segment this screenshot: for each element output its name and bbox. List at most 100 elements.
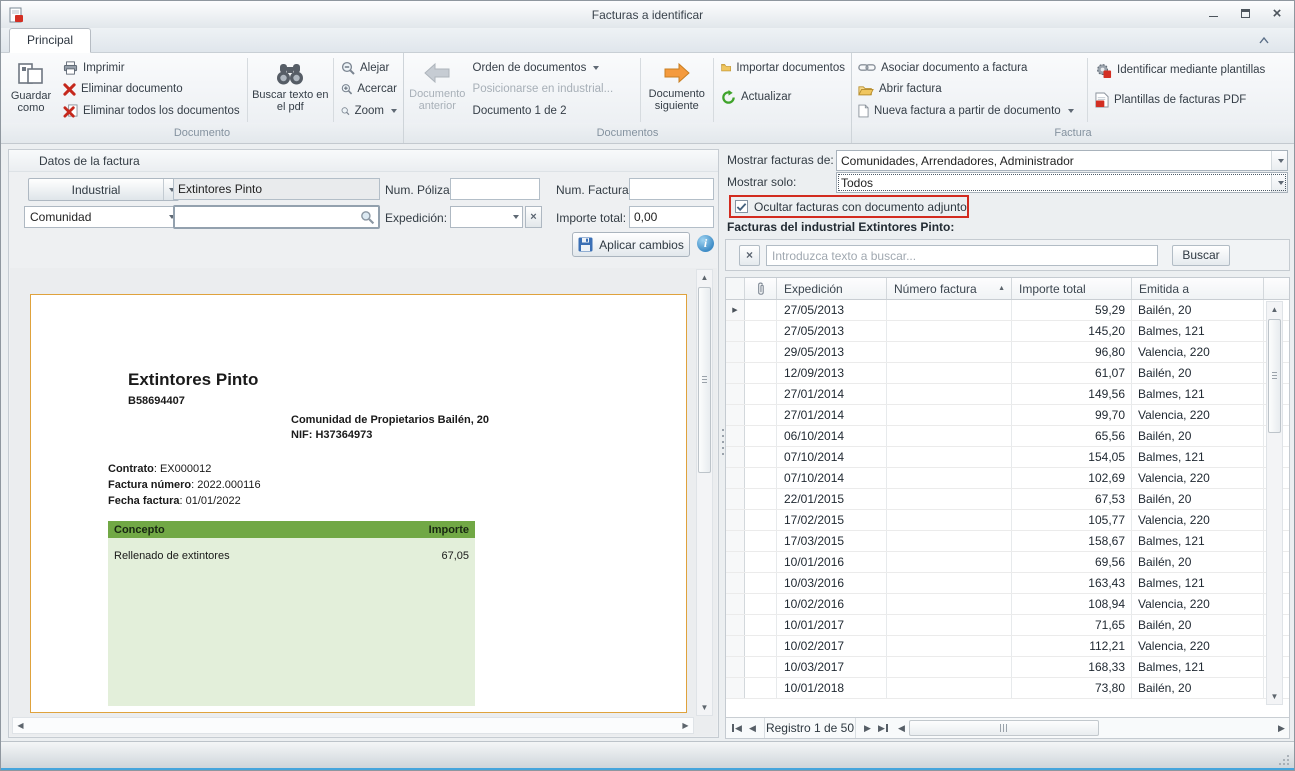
close-button[interactable]: × <box>1268 6 1286 21</box>
previous-record-button[interactable]: ◀ <box>749 718 756 738</box>
zoom-dropdown-button[interactable]: Zoom <box>337 100 401 122</box>
document-horizontal-scrollbar[interactable]: ◀ ▶ <box>12 717 694 734</box>
pdf-invoice-templates-button[interactable]: Plantillas de facturas PDF <box>1091 87 1287 113</box>
identify-by-templates-button[interactable]: Identificar mediante plantillas <box>1091 57 1287 83</box>
attachment-column-header[interactable] <box>745 278 777 299</box>
scroll-right-arrow[interactable]: ▶ <box>678 718 693 733</box>
apply-changes-button[interactable]: Aplicar cambios <box>572 232 690 257</box>
comunidad-lookup-field[interactable] <box>173 205 380 229</box>
minimize-button[interactable] <box>1204 6 1222 21</box>
maximize-button[interactable] <box>1236 6 1254 21</box>
zoom-in-button[interactable]: Acercar <box>337 79 401 101</box>
show-only-combo[interactable]: Todos <box>836 172 1288 193</box>
table-row[interactable]: 10/02/2017 112,21 Valencia, 220 <box>726 636 1289 657</box>
numero-factura-cell <box>887 468 1012 488</box>
scrollbar-thumb[interactable] <box>698 287 711 473</box>
column-header-numero-factura[interactable]: Número factura ▲ <box>887 278 1012 299</box>
find-text-button[interactable]: Buscar texto en el pdf <box>250 56 330 122</box>
importe-total-field[interactable] <box>629 206 714 228</box>
num-factura-field[interactable] <box>629 178 714 200</box>
table-row[interactable]: 17/03/2015 158,67 Balmes, 121 <box>726 531 1289 552</box>
row-indicator <box>726 468 745 488</box>
table-row[interactable]: 12/09/2013 61,07 Bailén, 20 <box>726 363 1289 384</box>
table-row[interactable]: 07/10/2014 154,05 Balmes, 121 <box>726 447 1289 468</box>
last-record-button[interactable]: ▶ <box>878 718 888 738</box>
importe-total-cell: 73,80 <box>1012 678 1132 698</box>
previous-document-button[interactable]: Documento anterior <box>406 56 469 122</box>
expedicion-cell: 10/03/2017 <box>777 657 887 677</box>
expedicion-label: Expedición: <box>385 206 447 230</box>
tab-principal[interactable]: Principal <box>9 28 91 53</box>
table-row[interactable]: 10/01/2018 73,80 Bailén, 20 <box>726 678 1289 699</box>
scroll-left-arrow[interactable]: ◀ <box>13 718 28 733</box>
invoices-grid: Expedición Número factura ▲ Importe tota… <box>725 277 1290 739</box>
info-icon[interactable]: i <box>697 235 714 252</box>
expedicion-combo[interactable] <box>450 206 523 228</box>
hide-attached-checkbox[interactable] <box>735 200 748 213</box>
next-document-button[interactable]: Documento siguiente <box>644 56 710 122</box>
column-header-expedicion[interactable]: Expedición <box>777 278 887 299</box>
save-as-button[interactable]: Guardar como <box>3 56 59 122</box>
grid-vertical-scrollbar[interactable]: ▲ ▼ <box>1266 301 1283 705</box>
show-invoices-of-combo[interactable]: Comunidades, Arrendadores, Administrador <box>836 150 1288 171</box>
position-in-industrial-button[interactable]: Posicionarse en industrial... <box>469 79 637 101</box>
chevron-down-icon <box>1068 109 1074 113</box>
table-row[interactable]: ▶ 27/05/2013 59,29 Bailén, 20 <box>726 300 1289 321</box>
industrial-name-field[interactable]: Extintores Pinto <box>173 178 380 200</box>
table-row[interactable]: 07/10/2014 102,69 Valencia, 220 <box>726 468 1289 489</box>
industrial-selector-button[interactable]: Industrial <box>28 178 179 201</box>
comunidad-selector[interactable]: Comunidad <box>24 206 179 228</box>
table-row[interactable]: 27/01/2014 149,56 Balmes, 121 <box>726 384 1289 405</box>
import-documents-button[interactable]: Importar documentos <box>717 57 849 79</box>
table-row[interactable]: 06/10/2014 65,56 Bailén, 20 <box>726 426 1289 447</box>
grid-scroll-right-arrow[interactable]: ▶ <box>1278 718 1285 738</box>
scroll-up-arrow[interactable]: ▲ <box>697 270 712 285</box>
expedicion-clear-button[interactable]: × <box>525 206 542 228</box>
table-row[interactable]: 27/01/2014 99,70 Valencia, 220 <box>726 405 1289 426</box>
zoom-out-button[interactable]: Alejar <box>337 57 401 79</box>
grid-horizontal-scroll-thumb[interactable] <box>909 720 1099 736</box>
ribbon-separator <box>1087 58 1088 122</box>
search-button[interactable]: Buscar <box>1172 245 1230 266</box>
table-row[interactable]: 10/01/2017 71,65 Bailén, 20 <box>726 615 1289 636</box>
column-header-emitida-a[interactable]: Emitida a <box>1132 278 1264 299</box>
numero-factura-cell <box>887 594 1012 614</box>
resize-grip-icon[interactable] <box>1278 754 1290 766</box>
table-row[interactable]: 17/02/2015 105,77 Valencia, 220 <box>726 510 1289 531</box>
clear-search-button[interactable]: × <box>739 245 760 266</box>
document-vertical-scrollbar[interactable]: ▲ ▼ <box>696 269 713 716</box>
table-row[interactable]: 10/03/2016 163,43 Balmes, 121 <box>726 573 1289 594</box>
search-input[interactable] <box>766 245 1158 266</box>
attachment-cell <box>745 510 777 530</box>
next-record-button[interactable]: ▶ <box>864 718 871 738</box>
table-row[interactable]: 22/01/2015 67,53 Bailén, 20 <box>726 489 1289 510</box>
delete-all-documents-button[interactable]: Eliminar todos los documentos <box>59 100 244 122</box>
link-icon <box>858 62 876 73</box>
table-row[interactable]: 27/05/2013 145,20 Balmes, 121 <box>726 321 1289 342</box>
scroll-down-arrow[interactable]: ▼ <box>697 700 712 715</box>
table-row[interactable]: 29/05/2013 96,80 Valencia, 220 <box>726 342 1289 363</box>
row-indicator <box>726 363 745 383</box>
document-order-dropdown[interactable]: Orden de documentos <box>469 57 637 79</box>
table-row[interactable]: 10/02/2016 108,94 Valencia, 220 <box>726 594 1289 615</box>
numero-factura-cell <box>887 636 1012 656</box>
table-row[interactable]: 10/03/2017 168,33 Balmes, 121 <box>726 657 1289 678</box>
delete-document-button[interactable]: Eliminar documento <box>59 79 244 101</box>
hide-attached-highlight: Ocultar facturas con documento adjunto <box>729 195 969 218</box>
refresh-button[interactable]: Actualizar <box>717 87 849 109</box>
new-invoice-from-document-dropdown[interactable]: Nueva factura a partir de documento <box>854 100 1084 122</box>
first-record-button[interactable]: ◀ <box>732 718 742 738</box>
scroll-up-arrow[interactable]: ▲ <box>1267 302 1282 317</box>
print-button[interactable]: Imprimir <box>59 57 244 79</box>
search-icon[interactable] <box>360 210 375 225</box>
column-header-importe-total[interactable]: Importe total <box>1012 278 1132 299</box>
scrollbar-thumb[interactable] <box>1268 319 1281 433</box>
associate-document-button[interactable]: Asociar documento a factura <box>854 57 1084 79</box>
grid-scroll-left-arrow[interactable]: ◀ <box>898 718 905 738</box>
scroll-down-arrow[interactable]: ▼ <box>1267 689 1282 704</box>
num-poliza-field[interactable] <box>450 178 540 200</box>
table-row[interactable]: 10/01/2016 69,56 Bailén, 20 <box>726 552 1289 573</box>
pdf-concept: Rellenado de extintores <box>114 550 230 562</box>
open-invoice-button[interactable]: Abrir factura <box>854 79 1084 101</box>
collapse-ribbon-icon[interactable] <box>1258 36 1270 45</box>
